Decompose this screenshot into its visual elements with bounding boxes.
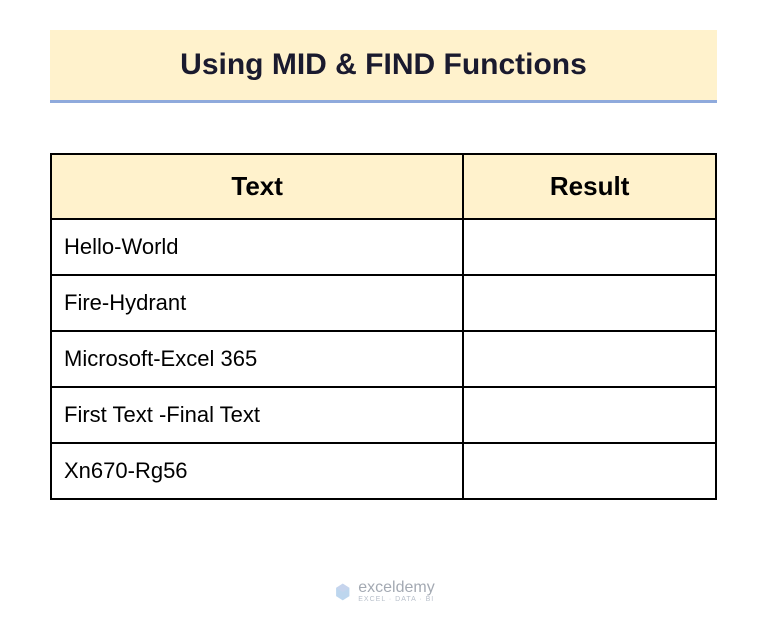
result-cell <box>463 219 716 275</box>
text-cell: Fire-Hydrant <box>51 275 463 331</box>
table-row: Xn670-Rg56 <box>51 443 716 499</box>
exceldemy-logo-icon <box>332 582 352 602</box>
watermark: exceldemy EXCEL · DATA · BI <box>332 580 434 603</box>
table-row: First Text -Final Text <box>51 387 716 443</box>
watermark-text: exceldemy EXCEL · DATA · BI <box>358 580 434 603</box>
page-title: Using MID & FIND Functions <box>50 48 717 82</box>
column-header-text: Text <box>51 154 463 219</box>
text-cell: Xn670-Rg56 <box>51 443 463 499</box>
watermark-tagline: EXCEL · DATA · BI <box>358 596 434 603</box>
table-row: Fire-Hydrant <box>51 275 716 331</box>
result-cell <box>463 331 716 387</box>
watermark-brand: exceldemy <box>358 580 434 596</box>
text-cell: Hello-World <box>51 219 463 275</box>
text-cell: First Text -Final Text <box>51 387 463 443</box>
table-row: Hello-World <box>51 219 716 275</box>
title-banner: Using MID & FIND Functions <box>50 30 717 103</box>
table-row: Microsoft-Excel 365 <box>51 331 716 387</box>
column-header-result: Result <box>463 154 716 219</box>
table-header-row: Text Result <box>51 154 716 219</box>
result-cell <box>463 387 716 443</box>
data-table: Text Result Hello-World Fire-Hydrant Mic… <box>50 153 717 500</box>
result-cell <box>463 275 716 331</box>
text-cell: Microsoft-Excel 365 <box>51 331 463 387</box>
result-cell <box>463 443 716 499</box>
